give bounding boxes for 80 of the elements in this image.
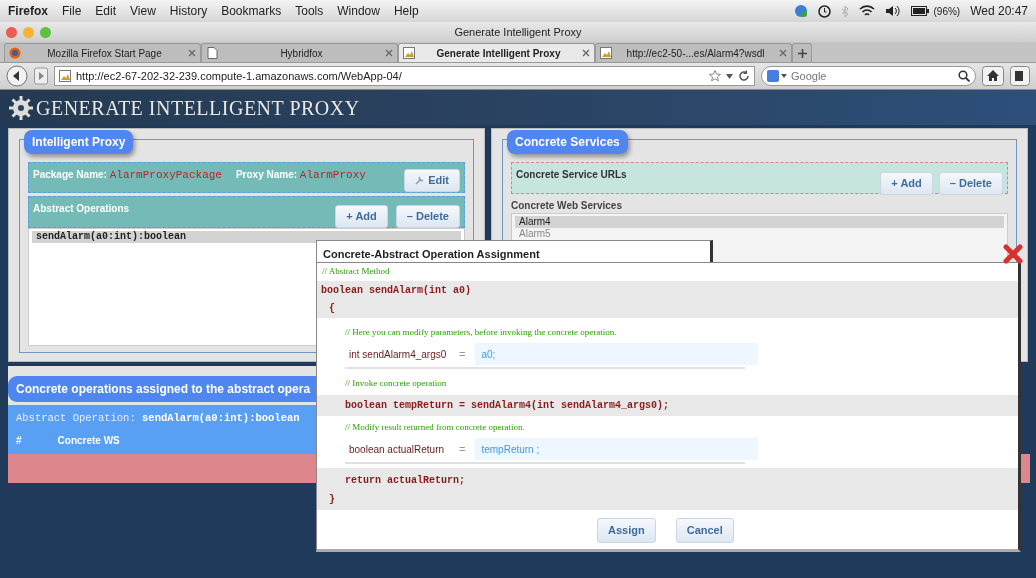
browser-tab[interactable]: Mozilla Firefox Start Page xyxy=(4,43,201,62)
browser-tab[interactable]: http://ec2-50-...es/Alarm4?wsdl xyxy=(595,43,792,62)
delete-button[interactable]: – Delete xyxy=(938,172,1003,195)
edit-button[interactable]: Edit xyxy=(404,169,460,192)
menu-item[interactable]: History xyxy=(169,2,208,20)
close-icon[interactable] xyxy=(582,49,590,57)
dialog-title: Concrete-Abstract Operation Assignment xyxy=(316,240,713,262)
battery-icon[interactable] xyxy=(911,6,930,16)
column-header: # xyxy=(16,433,22,448)
close-icon[interactable] xyxy=(188,49,196,57)
code-line: boolean sendAlarm(int a0) xyxy=(321,283,473,298)
browser-tab[interactable]: Generate Intelligent Proxy xyxy=(398,43,595,62)
urls-label: Concrete Service URLs xyxy=(516,168,628,182)
battery-percent: (96%) xyxy=(933,4,961,19)
menu-item[interactable]: File xyxy=(62,2,82,20)
close-window-button[interactable] xyxy=(6,26,17,38)
close-icon[interactable] xyxy=(1003,244,1023,264)
browser-tab[interactable]: Hybridfox xyxy=(201,43,398,62)
menu-item[interactable]: Help xyxy=(393,2,419,20)
section-legend: Intelligent Proxy xyxy=(24,130,134,154)
wrench-icon xyxy=(415,175,425,185)
service-item[interactable]: Alarm4 xyxy=(515,216,1004,228)
window-title: Generate Intelligent Proxy xyxy=(453,24,583,40)
picture-icon xyxy=(59,70,71,82)
new-tab-button[interactable] xyxy=(792,43,812,62)
home-button[interactable] xyxy=(982,66,1004,86)
code-comment: // Abstract Method xyxy=(321,265,391,278)
code-brace: { xyxy=(328,301,336,316)
operation-label: Abstract Operation: xyxy=(16,412,137,424)
menu-item[interactable]: Window xyxy=(337,2,380,20)
equals-sign: = xyxy=(459,441,466,457)
operations-label: Abstract Operations xyxy=(33,202,131,216)
parameter-label: int sendAlarm4_args0 xyxy=(349,347,448,362)
search-field[interactable]: Google xyxy=(761,66,976,86)
menu-item[interactable]: Bookmarks xyxy=(221,2,282,20)
menu-item[interactable]: View xyxy=(130,2,156,20)
plus-icon xyxy=(797,48,807,58)
forward-button[interactable] xyxy=(34,67,48,85)
menu-item[interactable]: Edit xyxy=(95,2,117,20)
address-bar[interactable]: http://ec2-67-202-32-239.compute-1.amazonaws.com/WebApp-04/ xyxy=(54,66,755,86)
volume-icon[interactable] xyxy=(885,5,902,17)
cancel-button[interactable]: Cancel xyxy=(675,518,734,543)
reload-icon[interactable] xyxy=(738,70,750,82)
equals-sign: = xyxy=(459,346,466,362)
add-button[interactable]: + Add xyxy=(335,205,388,228)
close-icon[interactable] xyxy=(779,49,787,57)
code-comment: // Modify result returned from concrete operation. xyxy=(344,420,526,434)
wifi-icon[interactable] xyxy=(859,5,876,17)
package-name-label: Package Name: AlarmProxyPackage xyxy=(33,168,222,183)
close-icon[interactable] xyxy=(385,49,393,57)
code-comment: // Here you can modify parameters, before invoking the concrete operation. xyxy=(344,325,618,339)
add-button[interactable]: + Add xyxy=(880,172,933,195)
search-icon[interactable] xyxy=(958,70,970,82)
section-legend: Concrete Services xyxy=(507,130,628,154)
picture-icon xyxy=(600,47,612,59)
page-title: GENERATE INTELLIGENT PROXY xyxy=(36,95,360,121)
back-button[interactable] xyxy=(6,65,28,87)
star-icon[interactable] xyxy=(709,70,721,82)
code-line: return actualReturn; xyxy=(344,474,467,488)
code-brace: } xyxy=(328,493,336,507)
services-label: Concrete Web Services xyxy=(511,199,623,213)
proxy-name-label: Proxy Name: AlarmProxy xyxy=(235,168,366,183)
column-header: Concrete WS xyxy=(57,433,120,448)
dropdown-icon[interactable] xyxy=(726,73,733,79)
page-icon xyxy=(206,47,218,59)
assign-button[interactable]: Assign xyxy=(597,518,656,543)
firefox-icon xyxy=(9,47,21,59)
clock-icon[interactable] xyxy=(818,4,832,18)
sync-icon[interactable] xyxy=(794,4,809,18)
parameter-label: boolean actualReturn xyxy=(349,442,446,457)
gear-icon xyxy=(8,94,34,121)
menu-clock[interactable]: Wed 20:47 xyxy=(970,2,1028,20)
menu-item[interactable]: Tools xyxy=(295,2,324,20)
delete-button[interactable]: – Delete xyxy=(395,205,460,228)
operation-name: sendAlarm(a0:int):boolean xyxy=(142,412,300,424)
operation-item[interactable]: sendAlarm(a0:int):boolean xyxy=(32,231,461,243)
picture-icon xyxy=(403,47,415,59)
bookmarks-button[interactable] xyxy=(1010,66,1030,86)
app-menu[interactable]: Firefox xyxy=(8,2,48,20)
code-comment: // Invoke concrete operation xyxy=(344,377,448,390)
